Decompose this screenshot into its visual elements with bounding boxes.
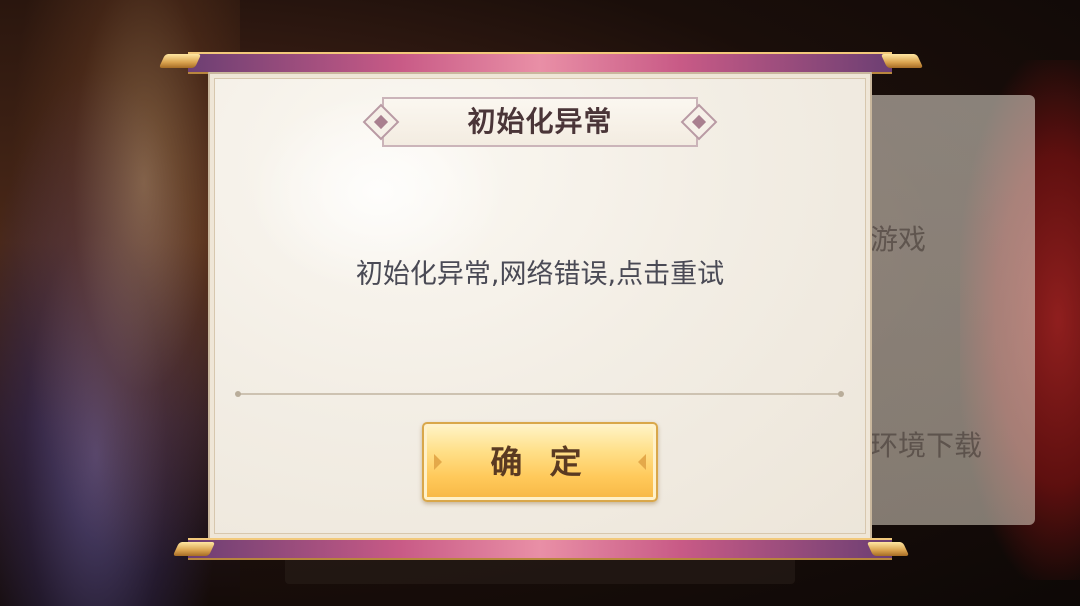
scroll-rod-cap-icon: [158, 54, 202, 68]
divider-dot: [235, 391, 241, 397]
background-character-art: [0, 0, 240, 606]
background-text-download: 环境下载: [870, 429, 983, 462]
dialog-message: 初始化异常,网络错误,点击重试: [355, 259, 725, 290]
dialog-divider: [238, 393, 842, 395]
divider-dot: [838, 391, 844, 397]
confirm-button[interactable]: 确 定: [422, 422, 658, 502]
scroll-rod-cap-icon: [172, 542, 216, 556]
scroll-rod-bottom: [188, 538, 892, 560]
background-text-game: 游戏: [870, 223, 927, 256]
dialog-title: 初始化异常: [467, 105, 613, 138]
confirm-button-label: 确 定: [490, 443, 590, 481]
game-screen: 游戏 环境下载 初始化异常 初始化异常,网络错误,点击重试 确 定: [0, 0, 1080, 606]
scroll-rod-cap-icon: [866, 542, 910, 556]
scroll-rod-cap-icon: [880, 54, 924, 68]
scroll-rod-top: [188, 52, 892, 74]
